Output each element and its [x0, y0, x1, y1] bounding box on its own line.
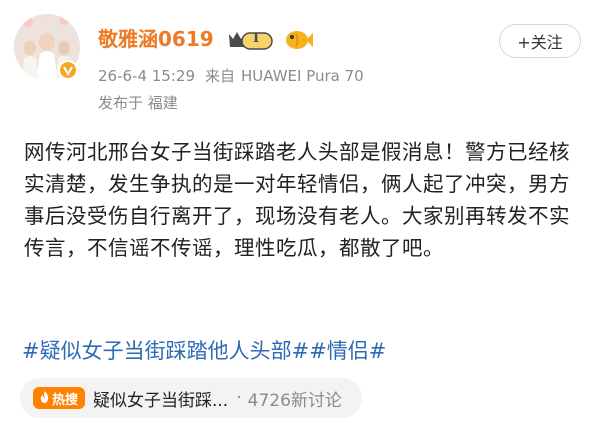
hot-badge: 热搜 [33, 387, 85, 409]
flame-icon [40, 390, 50, 406]
fish-badge-icon[interactable] [284, 28, 314, 52]
source-prefix: 来自 [205, 67, 236, 85]
hot-separator: · [236, 388, 242, 408]
level-label: I [253, 31, 260, 46]
post-location: 发布于 福建 [98, 94, 178, 112]
hot-discussion-count: 4726新讨论 [247, 390, 342, 411]
device-name[interactable]: HUAWEI Pura 70 [241, 67, 364, 85]
post-date: 26-6-4 15:29 [98, 67, 195, 85]
post-meta: 26-6-4 15:29 来自 HUAWEI Pura 70 [98, 66, 374, 86]
username[interactable]: 敬雅涵0619 [98, 26, 214, 52]
level-badge-icon[interactable]: I [227, 30, 273, 51]
hot-topic-title: 疑似女子当街踩... [93, 390, 229, 411]
hot-badge-label: 热搜 [51, 392, 78, 408]
follow-button[interactable]: +关注 [499, 24, 581, 58]
follow-label: +关注 [517, 33, 563, 52]
hot-search-pill[interactable]: 热搜 疑似女子当街踩... · 4726新讨论 [20, 378, 362, 418]
hashtag-link[interactable]: #疑似女子当街踩踏他人头部##情侣# [22, 337, 386, 365]
verified-badge-icon [58, 60, 78, 80]
post-body: 网传河北邢台女子当街踩踏老人头部是假消息！警方已经核实清楚，发生争执的是一对年轻… [24, 140, 570, 260]
